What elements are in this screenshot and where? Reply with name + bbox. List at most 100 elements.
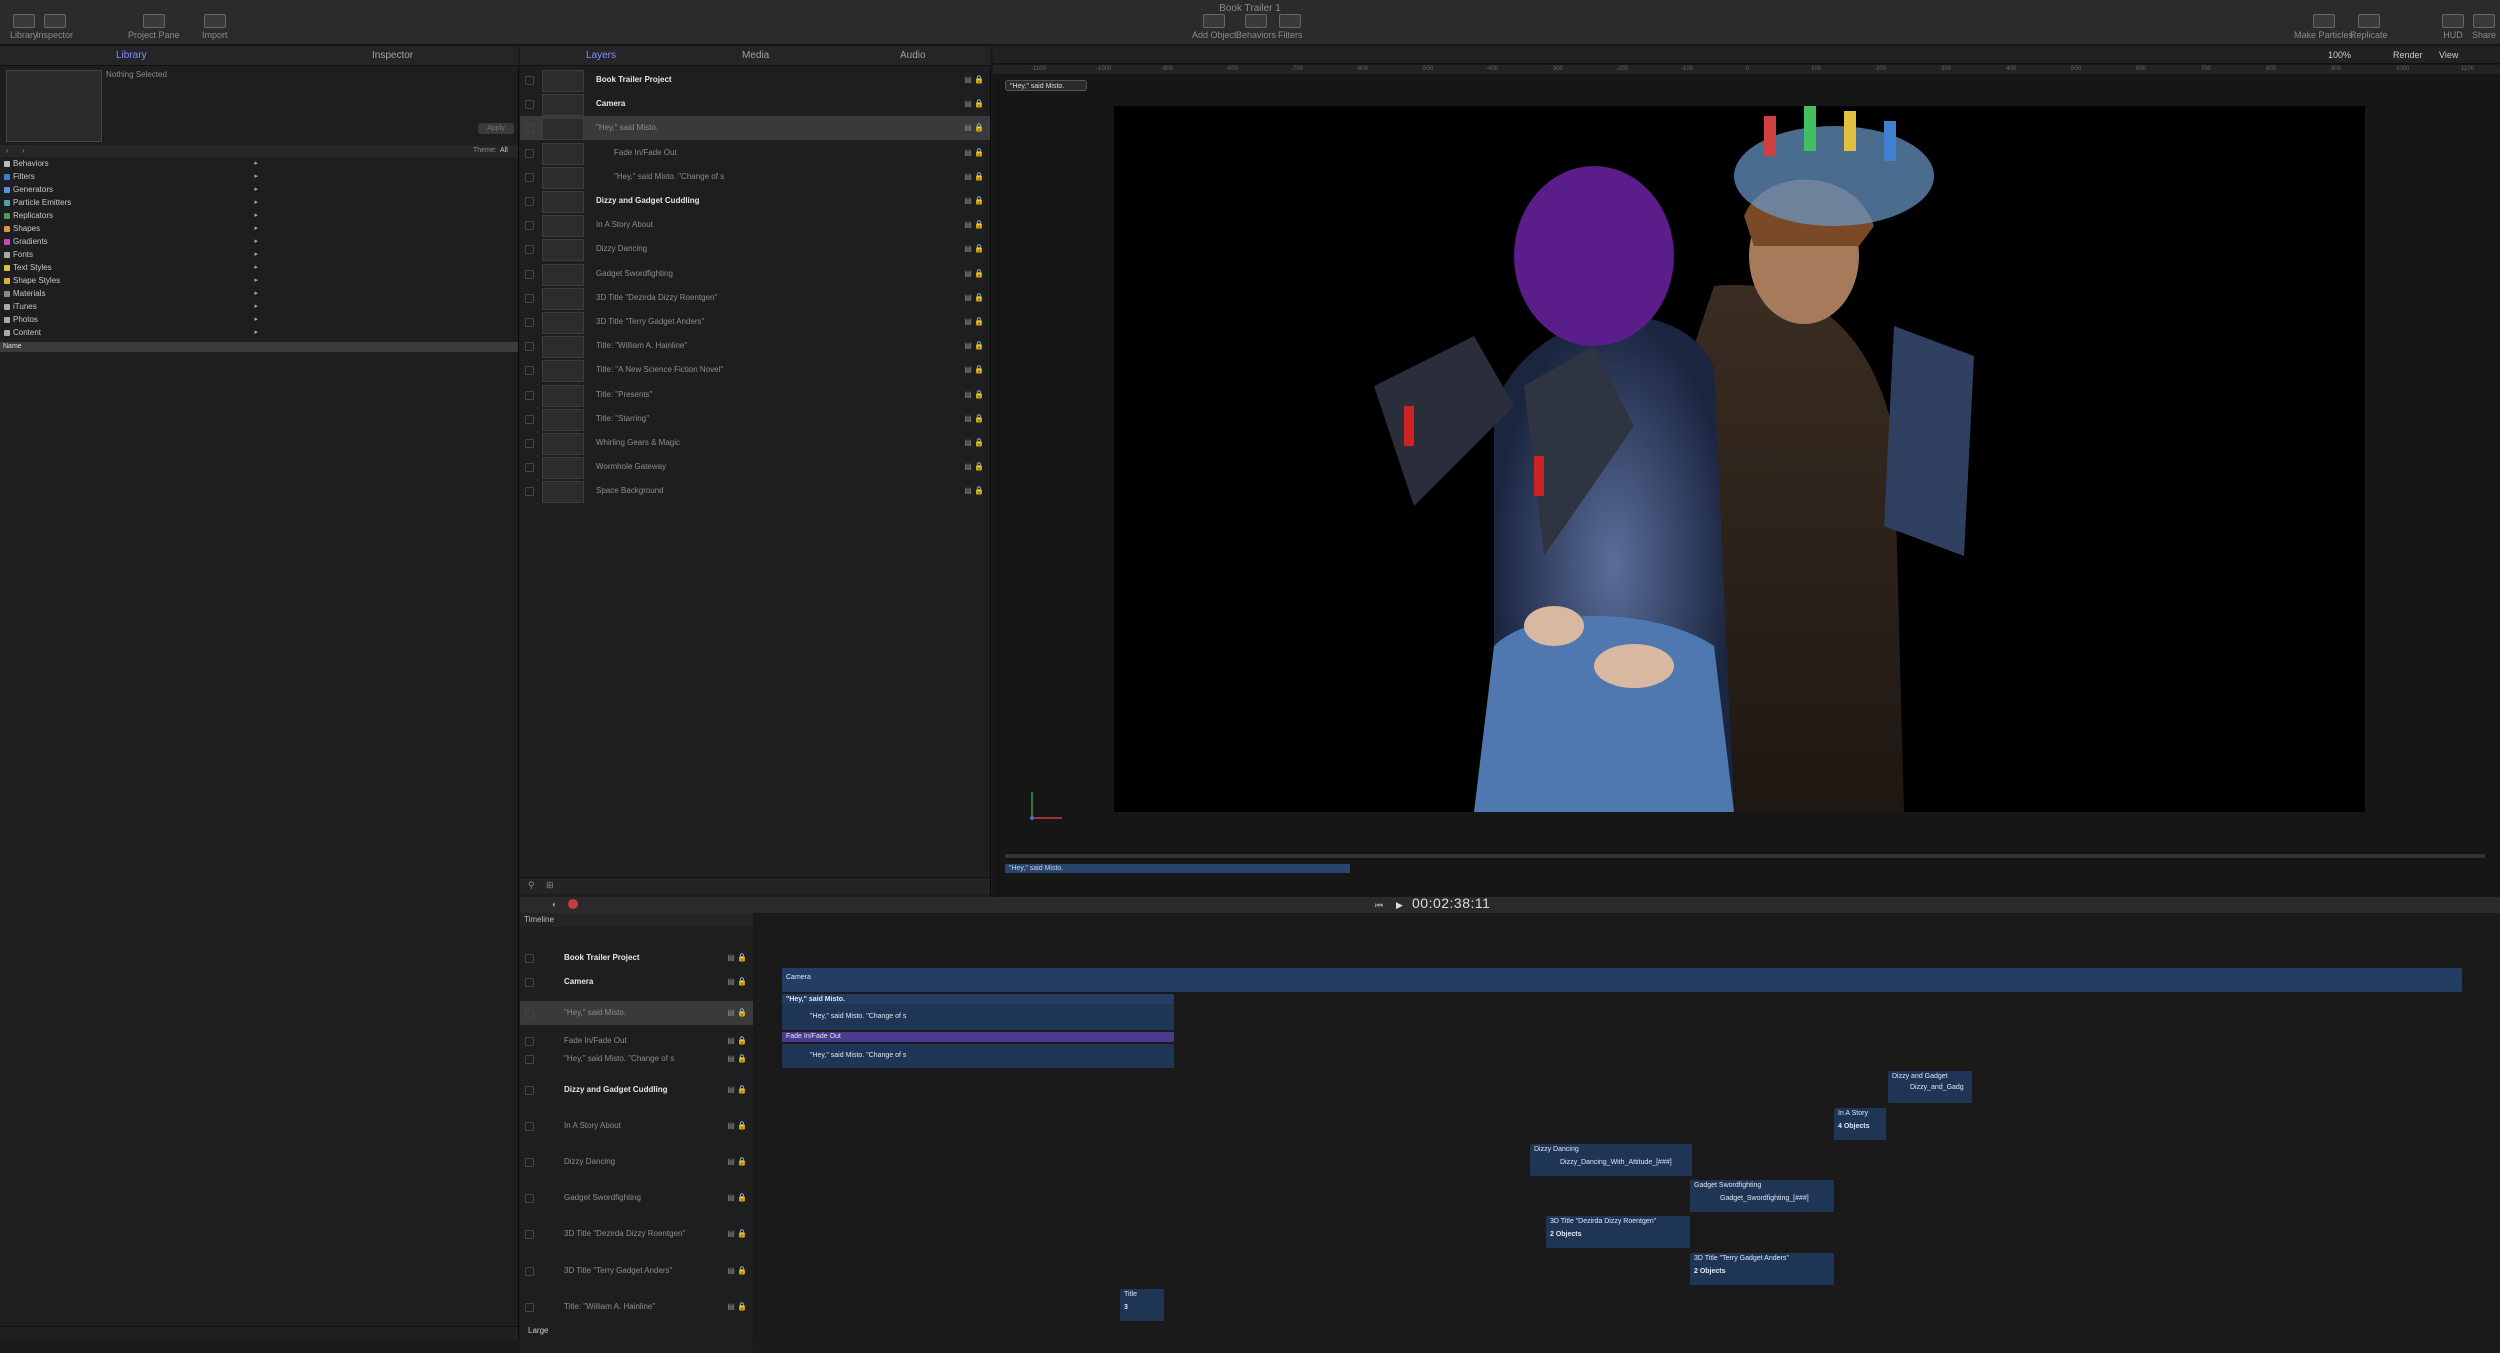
layer-lock-icon[interactable]: ▤ 🔒	[727, 953, 747, 962]
layer-lock-icon[interactable]: ▤ 🔒	[727, 1157, 747, 1166]
layer-lock-icon[interactable]: ▤ 🔒	[727, 1121, 747, 1130]
project-pane-button[interactable]: Project Pane	[128, 14, 180, 40]
layer-visibility-checkbox[interactable]	[525, 1158, 534, 1167]
layer-visibility-checkbox[interactable]	[525, 487, 534, 497]
back-arrow-icon[interactable]: ‹	[6, 146, 9, 155]
layer-row[interactable]: Gadget Swordfighting ▤ 🔒	[520, 262, 990, 286]
layer-visibility-checkbox[interactable]	[525, 439, 534, 448]
camera-bar[interactable]: Camera	[782, 968, 2462, 992]
layer-visibility-checkbox[interactable]	[525, 172, 534, 182]
layer-visibility-checkbox[interactable]	[525, 366, 534, 376]
layer-lock-icon[interactable]: ▤ 🔒	[727, 1229, 747, 1238]
layer-lock-icon[interactable]: ▤ 🔒	[964, 365, 984, 374]
timeline-layer-row[interactable]: 3D Title "Terry Gadget Anders" ▤ 🔒	[520, 1259, 753, 1283]
layer-lock-icon[interactable]: ▤ 🔒	[964, 244, 984, 253]
layer-lock-icon[interactable]: ▤ 🔒	[964, 390, 984, 399]
layer-lock-icon[interactable]: ▤ 🔒	[727, 977, 747, 986]
layer-row[interactable]: In A Story About ▤ 🔒	[520, 213, 990, 238]
timeline-layer-row[interactable]: "Hey," said Misto. ▤ 🔒	[520, 1001, 753, 1025]
layer-lock-icon[interactable]: ▤ 🔒	[727, 1266, 747, 1275]
layer-row[interactable]: Whirling Gears & Magic ▤ 🔒	[520, 431, 990, 455]
layer-visibility-checkbox[interactable]	[525, 1267, 534, 1276]
make-particles-button[interactable]: Make Particles	[2294, 14, 2353, 40]
layer-visibility-checkbox[interactable]	[525, 221, 534, 231]
timeline-layer-row[interactable]: 3D Title "Dezirda Dizzy Roentgen" ▤ 🔒	[520, 1222, 753, 1246]
replicate-button[interactable]: Replicate	[2350, 14, 2388, 40]
layer-lock-icon[interactable]: ▤ 🔒	[727, 1085, 747, 1094]
library-category-gradients[interactable]: Gradients ▸	[4, 236, 258, 248]
layer-lock-icon[interactable]: ▤ 🔒	[727, 1008, 747, 1017]
layer-lock-icon[interactable]: ▤ 🔒	[964, 317, 984, 326]
hud-button[interactable]: HUD	[2442, 14, 2464, 40]
timeline-layer-row[interactable]: "Hey," said Misto. "Change of s ▤ 🔒	[520, 1047, 753, 1071]
layer-row[interactable]: Fade In/Fade Out ▤ 🔒	[520, 141, 990, 165]
library-category-behaviors[interactable]: Behaviors ▸	[4, 158, 258, 170]
layer-row[interactable]: Dizzy Dancing ▤ 🔒	[520, 237, 990, 262]
layer-lock-icon[interactable]: ▤ 🔒	[964, 462, 984, 471]
timeline-layer-row[interactable]: Dizzy and Gadget Cuddling ▤ 🔒	[520, 1078, 753, 1102]
layer-visibility-checkbox[interactable]	[525, 148, 534, 158]
layer-visibility-checkbox[interactable]	[525, 124, 534, 134]
theme-select[interactable]: All	[500, 147, 508, 154]
library-category-photos[interactable]: Photos ▸	[4, 314, 258, 326]
forward-arrow-icon[interactable]: ›	[22, 146, 25, 155]
layer-visibility-checkbox[interactable]	[525, 978, 534, 987]
layer-visibility-checkbox[interactable]	[525, 342, 534, 352]
title-small-bar[interactable]: Title 3	[1120, 1289, 1164, 1321]
name-column-header[interactable]: Name	[0, 342, 518, 352]
layer-lock-icon[interactable]: ▤ 🔒	[964, 341, 984, 350]
library-category-text-styles[interactable]: Text Styles ▸	[4, 262, 258, 274]
timeline-layer-row[interactable]: Gadget Swordfighting ▤ 🔒	[520, 1186, 753, 1210]
layer-visibility-checkbox[interactable]	[525, 100, 534, 110]
layer-visibility-checkbox[interactable]	[525, 269, 534, 279]
dizzy-dancing-bar[interactable]: Dizzy Dancing Dizzy_Dancing_With_Attitude…	[1530, 1144, 1692, 1176]
timecode-display[interactable]: 00:02:38:11	[1412, 895, 1490, 911]
title-dezirda-bar[interactable]: 3D Title "Dezirda Dizzy Roentgen" 2 Objec…	[1546, 1216, 1690, 1248]
hey-sub2-bar[interactable]: "Hey," said Misto. "Change of s	[782, 1044, 1174, 1068]
add-object-button[interactable]: Add Object	[1192, 14, 1237, 40]
layer-row[interactable]: Dizzy and Gadget Cuddling ▤ 🔒	[520, 189, 990, 213]
layer-lock-icon[interactable]: ▤ 🔒	[964, 172, 984, 181]
layer-row[interactable]: "Hey," said Misto. ▤ 🔒	[520, 116, 990, 141]
apply-button[interactable]: Apply	[478, 123, 514, 134]
timeline-layer-row[interactable]: Camera ▤ 🔒	[520, 970, 753, 994]
layer-visibility-checkbox[interactable]	[525, 1037, 534, 1046]
audio-toggle-icon[interactable]: ◐	[552, 900, 557, 909]
layer-lock-icon[interactable]: ▤ 🔒	[727, 1302, 747, 1311]
timeline-layer-row[interactable]: In A Story About ▤ 🔒	[520, 1114, 753, 1138]
layer-row[interactable]: Title: "Presents" ▤ 🔒	[520, 383, 990, 407]
library-category-content[interactable]: Content ▸	[4, 327, 258, 339]
layer-lock-icon[interactable]: ▤ 🔒	[964, 75, 984, 84]
timeline-layer-row[interactable]: Dizzy Dancing ▤ 🔒	[520, 1150, 753, 1174]
go-to-start-icon[interactable]: ⏮	[1375, 900, 1383, 911]
layer-lock-icon[interactable]: ▤ 🔒	[964, 148, 984, 157]
layer-lock-icon[interactable]: ▤ 🔒	[964, 438, 984, 447]
layer-popup-menu[interactable]: "Hey," said Misto.	[1005, 80, 1087, 91]
layer-row[interactable]: Wormhole Gateway ▤ 🔒	[520, 455, 990, 480]
timeline-layer-row[interactable]: Book Trailer Project ▤ 🔒	[520, 946, 753, 970]
thumbnail-size-select[interactable]: Large	[528, 1326, 548, 1335]
layer-row[interactable]: Title: "Starring" ▤ 🔒	[520, 407, 990, 431]
layer-visibility-checkbox[interactable]	[525, 1055, 534, 1064]
layer-visibility-checkbox[interactable]	[525, 414, 534, 424]
record-icon[interactable]	[568, 899, 578, 909]
layer-lock-icon[interactable]: ▤ 🔒	[964, 269, 984, 278]
timeline-ruler[interactable]	[780, 927, 2470, 937]
hey-header-bar[interactable]: "Hey," said Misto.	[782, 994, 1174, 1004]
render-menu[interactable]: Render	[2393, 50, 2423, 60]
layer-visibility-checkbox[interactable]	[525, 1086, 534, 1095]
hey-sub-bar[interactable]: "Hey," said Misto. "Change of s	[782, 1004, 1174, 1030]
tab-layers[interactable]: Layers	[586, 50, 616, 61]
dizzy-gadget-bar[interactable]: Dizzy and Gadget Dizzy_and_Gadg	[1888, 1071, 1972, 1103]
layer-row[interactable]: Title: "A New Science Fiction Novel" ▤ 🔒	[520, 358, 990, 383]
tab-audio[interactable]: Audio	[900, 50, 926, 61]
layer-lock-icon[interactable]: ▤ 🔒	[964, 220, 984, 229]
layer-visibility-checkbox[interactable]	[525, 463, 534, 473]
inspector-toolbar-button[interactable]: Inspector	[36, 14, 73, 40]
fade-bar[interactable]: Fade In/Fade Out	[782, 1032, 1174, 1042]
layer-lock-icon[interactable]: ▤ 🔒	[964, 196, 984, 205]
mini-timeline-bar[interactable]: "Hey," said Misto.	[1005, 864, 1350, 873]
layer-row[interactable]: "Hey," said Misto. "Change of s ▤ 🔒	[520, 165, 990, 189]
library-category-shapes[interactable]: Shapes ▸	[4, 223, 258, 235]
canvas-viewport[interactable]	[1114, 106, 2365, 812]
